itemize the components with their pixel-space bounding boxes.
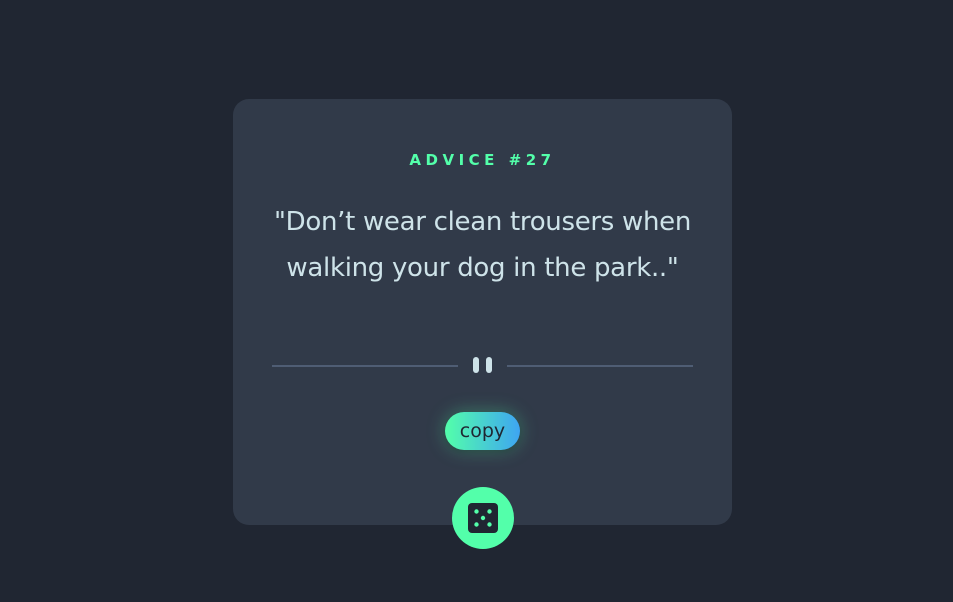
advice-id-label: ADVICE #27 <box>409 151 556 169</box>
advice-quote: "Don’t wear clean trousers when walking … <box>273 207 692 283</box>
divider <box>272 355 693 375</box>
pause-icon <box>473 357 493 373</box>
advice-card: ADVICE #27 "Don’t wear clean trousers wh… <box>233 99 732 525</box>
divider-line-left <box>272 365 458 367</box>
new-advice-button[interactable] <box>452 487 514 549</box>
divider-line-right <box>507 365 693 367</box>
copy-button[interactable]: copy <box>445 412 520 450</box>
page: ADVICE #27 "Don’t wear clean trousers wh… <box>0 0 953 602</box>
dice-icon <box>468 503 498 533</box>
